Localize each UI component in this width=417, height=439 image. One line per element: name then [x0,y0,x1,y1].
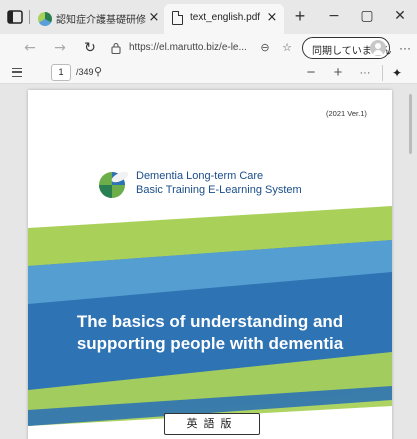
back-button[interactable]: ← [20,38,40,58]
tab-bar: 認知症介護基礎研修 e- × text_english.pdf × + − ▢ … [0,0,417,34]
cover-headline-1: The basics of understanding and [76,312,344,331]
site-favicon-icon [38,12,52,26]
vertical-scrollbar[interactable] [409,94,412,154]
cover-artwork [28,206,392,426]
brand-line-2: Basic Training E-Learning System [136,184,302,196]
version-label: (2021 Ver.1) [326,109,367,118]
tab-close-button[interactable]: × [264,10,280,26]
zoom-icon[interactable]: ⊖ [257,40,273,56]
page-total: /349 [76,67,94,77]
maximize-button[interactable]: ▢ [350,4,384,28]
tab-title: text_english.pdf [190,12,261,23]
new-tab-button[interactable]: + [290,6,310,26]
zoom-out-button[interactable]: − [301,63,321,83]
sync-status-button[interactable]: 同期していません [302,37,391,59]
browser-menu-button[interactable]: ··· [395,38,415,58]
pdf-toolbar: 1 /349 ⚲ − + ··· ✦ [0,62,417,84]
brand-line-1: Dementia Long-term Care [136,170,264,182]
table-of-contents-icon[interactable] [12,68,22,77]
tab-elearning[interactable]: 認知症介護基礎研修 e- × [34,4,164,34]
minimize-button[interactable]: − [317,4,351,28]
search-icon[interactable]: ⚲ [94,64,110,80]
pdf-viewer[interactable]: (2021 Ver.1) Dementia Long-term Care Bas… [0,84,417,439]
edition-label: 英語版 [164,413,260,435]
navigation-bar: ← → ↻ https://el.marutto.biz/e-le... ⊖ ☆… [0,34,417,62]
program-logo [99,171,129,198]
address-bar[interactable]: https://el.marutto.biz/e-le... ⊖ ☆ [107,36,297,60]
page-number-input[interactable]: 1 [51,64,71,81]
refresh-button[interactable]: ↻ [80,38,100,58]
toolbar-divider [382,65,383,81]
tab-close-button[interactable]: × [146,10,162,26]
profile-avatar-icon [370,40,386,56]
forward-button[interactable]: → [50,38,70,58]
document-icon [172,11,183,25]
close-window-button[interactable]: ✕ [383,4,417,28]
favorite-star-icon[interactable]: ☆ [279,40,295,56]
pin-toolbar-icon[interactable]: ✦ [388,64,406,82]
tab-title: 認知症介護基礎研修 e- [56,15,146,26]
pdf-more-button[interactable]: ··· [355,63,375,83]
tab-actions-icon[interactable] [6,8,24,26]
tab-separator [29,10,30,24]
cover-headline-2: supporting people with dementia [76,334,344,353]
url-text: https://el.marutto.biz/e-le... [129,42,247,53]
pdf-page: (2021 Ver.1) Dementia Long-term Care Bas… [28,90,392,439]
zoom-in-button[interactable]: + [328,63,348,83]
lock-icon [111,42,121,54]
tab-pdf[interactable]: text_english.pdf × [164,4,284,34]
